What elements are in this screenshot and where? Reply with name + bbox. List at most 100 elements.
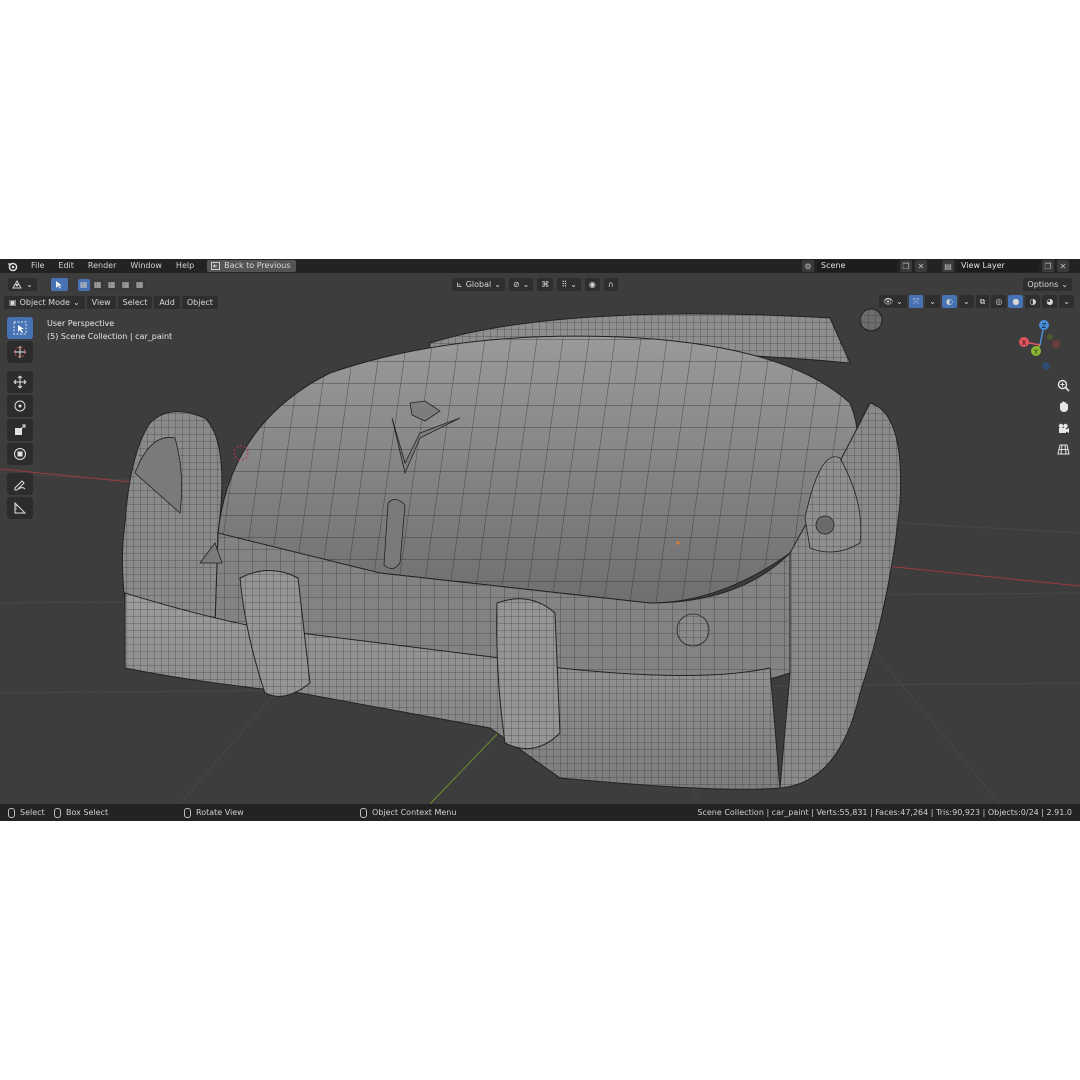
select-invert-icon[interactable]: ▦ xyxy=(119,278,132,291)
rendered-sphere-icon: ◕ xyxy=(1046,297,1054,306)
rotate-icon xyxy=(14,400,26,412)
snap-grid-icon: ⠿ xyxy=(561,280,568,289)
overlay-toggle[interactable]: ◐ xyxy=(941,295,957,308)
view-layer-browse-icon[interactable]: ▤ xyxy=(942,260,954,272)
transform-icon xyxy=(14,448,26,460)
transform-tool[interactable] xyxy=(7,443,33,465)
gizmo-icon: ⤧ xyxy=(912,297,920,306)
scene-browse-icon[interactable]: ⚙ xyxy=(802,260,814,272)
options-dropdown[interactable]: Options ⌄ xyxy=(1023,278,1072,291)
menu-edit[interactable]: Edit xyxy=(51,259,81,273)
gizmo-toggle[interactable]: ⤧ xyxy=(908,295,924,308)
select-subtract-icon[interactable]: ▦ xyxy=(105,278,118,291)
camera-view-button[interactable] xyxy=(1054,419,1072,437)
annotate-tool[interactable] xyxy=(7,473,33,495)
menu-view[interactable]: View xyxy=(86,295,116,309)
annotate-pencil-icon xyxy=(14,480,26,491)
scale-tool[interactable] xyxy=(7,419,33,441)
xray-icon: ⧉ xyxy=(979,297,986,306)
chevron-down-icon: ⌄ xyxy=(26,280,33,289)
back-to-previous-button[interactable]: Back to Previous xyxy=(207,260,296,272)
falloff-dropdown[interactable]: ∩ xyxy=(603,278,618,291)
menu-render[interactable]: Render xyxy=(81,259,123,273)
new-scene-icon[interactable]: ❐ xyxy=(900,260,912,272)
status-box-select: Box Select xyxy=(54,807,108,818)
blender-window: File Edit Render Window Help Back to Pre… xyxy=(0,259,1080,821)
measure-tool[interactable] xyxy=(7,497,33,519)
editor-type-button[interactable]: ⌄ xyxy=(8,278,37,291)
xray-toggle[interactable]: ⧉ xyxy=(975,295,990,308)
snap-target-dropdown[interactable]: ⠿ ⌄ xyxy=(557,278,581,291)
select-tool-button[interactable] xyxy=(50,278,68,291)
menu-window[interactable]: Window xyxy=(123,259,169,273)
pan-button[interactable] xyxy=(1054,397,1072,415)
object-mode-icon: ▣ xyxy=(9,297,17,307)
camera-icon xyxy=(1058,423,1069,433)
zoom-button[interactable] xyxy=(1054,376,1072,394)
status-bar: Select Box Select Rotate View Object Con… xyxy=(0,804,1080,821)
3d-cursor-icon xyxy=(14,346,26,358)
menu-file[interactable]: File xyxy=(24,259,51,273)
transform-orientation-label: Global xyxy=(465,280,492,289)
proportional-edit-toggle[interactable]: ◉ xyxy=(584,278,600,291)
pivot-point-dropdown[interactable]: ⊘ ⌄ xyxy=(508,278,534,291)
chevron-down-icon: ⌄ xyxy=(494,280,501,289)
select-intersect-icon[interactable]: ▦ xyxy=(133,278,146,291)
viewport-info: User Perspective (5) Scene Collection | … xyxy=(47,317,172,343)
scene-selector: ⚙ Scene ❐ ✕ xyxy=(802,260,927,272)
select-extend-icon[interactable]: ▦ xyxy=(91,278,104,291)
cursor-tool[interactable] xyxy=(7,341,33,363)
material-shading-button[interactable]: ◑ xyxy=(1025,295,1041,308)
top-menu-bar: File Edit Render Window Help Back to Pre… xyxy=(0,259,1080,273)
rotate-tool[interactable] xyxy=(7,395,33,417)
new-view-layer-icon[interactable]: ❐ xyxy=(1042,260,1054,272)
status-select: Select xyxy=(8,807,45,818)
visibility-dropdown[interactable]: 👁 ⌄ xyxy=(878,295,907,308)
chevron-down-icon: ⌄ xyxy=(522,280,530,289)
chevron-down-icon: ⌄ xyxy=(929,297,936,306)
magnifier-icon xyxy=(1057,379,1070,392)
mouse-drag-icon xyxy=(54,807,61,818)
scene-name-field[interactable]: Scene xyxy=(817,260,897,272)
navigation-gizmo[interactable]: Z X Y xyxy=(1010,315,1076,375)
mouse-left-icon xyxy=(8,807,15,818)
delete-scene-icon[interactable]: ✕ xyxy=(915,260,927,272)
viewport-header: ⌄ ▦ ▦ ▦ ▦ ▦ ⊾ Global ⌄ ⊘ ⌄ ⌘ ⠿ ⌄ ◉ ∩ Opt… xyxy=(0,277,1080,293)
select-box-tool[interactable] xyxy=(7,317,33,339)
tool-shelf xyxy=(7,317,34,521)
ruler-icon xyxy=(14,501,27,514)
select-new-icon[interactable]: ▦ xyxy=(77,278,90,291)
gizmo-dropdown[interactable]: ⌄ xyxy=(925,295,940,308)
transform-orientation-dropdown[interactable]: ⊾ Global ⌄ xyxy=(452,278,505,291)
delete-view-layer-icon[interactable]: ✕ xyxy=(1057,260,1069,272)
eye-icon: 👁 xyxy=(882,297,894,306)
blender-logo-icon[interactable] xyxy=(6,260,18,272)
gizmo-y-label: Y xyxy=(1033,348,1039,356)
cursor-icon xyxy=(55,281,62,289)
perspective-toggle-button[interactable] xyxy=(1054,440,1072,458)
falloff-curve-icon: ∩ xyxy=(607,280,614,289)
viewport-3d[interactable] xyxy=(0,273,1080,804)
orientation-icon: ⊾ xyxy=(456,280,463,289)
chevron-down-icon: ⌄ xyxy=(1061,280,1068,289)
shading-controls: 👁 ⌄ ⤧ ⌄ ◐ ⌄ ⧉ ◎ ● ◑ ◕ ⌄ xyxy=(878,295,1074,308)
overlay-icon: ◐ xyxy=(945,297,953,306)
menu-select[interactable]: Select xyxy=(117,295,153,309)
wireframe-shading-button[interactable]: ◎ xyxy=(991,295,1007,308)
menu-object[interactable]: Object xyxy=(181,295,218,309)
view-layer-name-field[interactable]: View Layer xyxy=(957,260,1039,272)
overlay-dropdown[interactable]: ⌄ xyxy=(958,295,974,308)
menu-help[interactable]: Help xyxy=(169,259,201,273)
solid-shading-button[interactable]: ● xyxy=(1008,295,1024,308)
gizmo-z-label: Z xyxy=(1042,322,1047,330)
mouse-middle-icon xyxy=(184,807,191,818)
object-mode-dropdown[interactable]: ▣ Object Mode ⌄ xyxy=(4,295,85,309)
snap-toggle[interactable]: ⌘ xyxy=(537,278,554,291)
options-label: Options xyxy=(1027,280,1059,289)
rendered-shading-button[interactable]: ◕ xyxy=(1042,295,1058,308)
shading-dropdown[interactable]: ⌄ xyxy=(1059,295,1074,308)
menu-add[interactable]: Add xyxy=(154,295,180,309)
select-box-icon xyxy=(13,321,27,335)
move-tool[interactable] xyxy=(7,371,33,393)
back-icon xyxy=(211,262,221,270)
